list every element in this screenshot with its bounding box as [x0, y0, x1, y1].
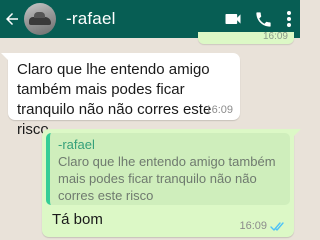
- avatar-car-picture: [29, 12, 51, 25]
- incoming-message-text: Claro que lhe entendo amigo também mais …: [17, 61, 212, 138]
- back-arrow-icon: [6, 13, 18, 25]
- quoted-text: Claro que lhe entendo amigo também mais …: [58, 154, 276, 203]
- read-ticks-icon: [270, 221, 284, 231]
- more-options-icon: [287, 11, 291, 27]
- contact-name[interactable]: -rafael: [66, 9, 218, 29]
- outgoing-message-bubble[interactable]: -rafael Claro que lhe entendo amigo tamb…: [42, 129, 301, 237]
- outgoing-message-meta: 16:09: [239, 220, 286, 232]
- previous-message-bubble[interactable]: 16:09: [198, 31, 294, 44]
- quoted-author: -rafael: [58, 137, 95, 152]
- outgoing-message-text: Tá bom: [52, 211, 103, 228]
- previous-message-time: 16:09: [262, 31, 288, 42]
- quoted-message[interactable]: -rafael Claro que lhe entendo amigo tamb…: [46, 133, 290, 205]
- incoming-message-time: 16:09: [205, 104, 233, 116]
- video-call-icon: [225, 14, 241, 24]
- incoming-message-bubble[interactable]: Claro que lhe entendo amigo também mais …: [1, 53, 240, 138]
- chat-area: 16:09 Claro que lhe entendo amigo também…: [0, 31, 301, 240]
- phone-icon: [255, 11, 271, 27]
- back-button[interactable]: [2, 0, 22, 38]
- avatar[interactable]: [24, 3, 56, 35]
- outgoing-message-time: 16:09: [239, 220, 267, 232]
